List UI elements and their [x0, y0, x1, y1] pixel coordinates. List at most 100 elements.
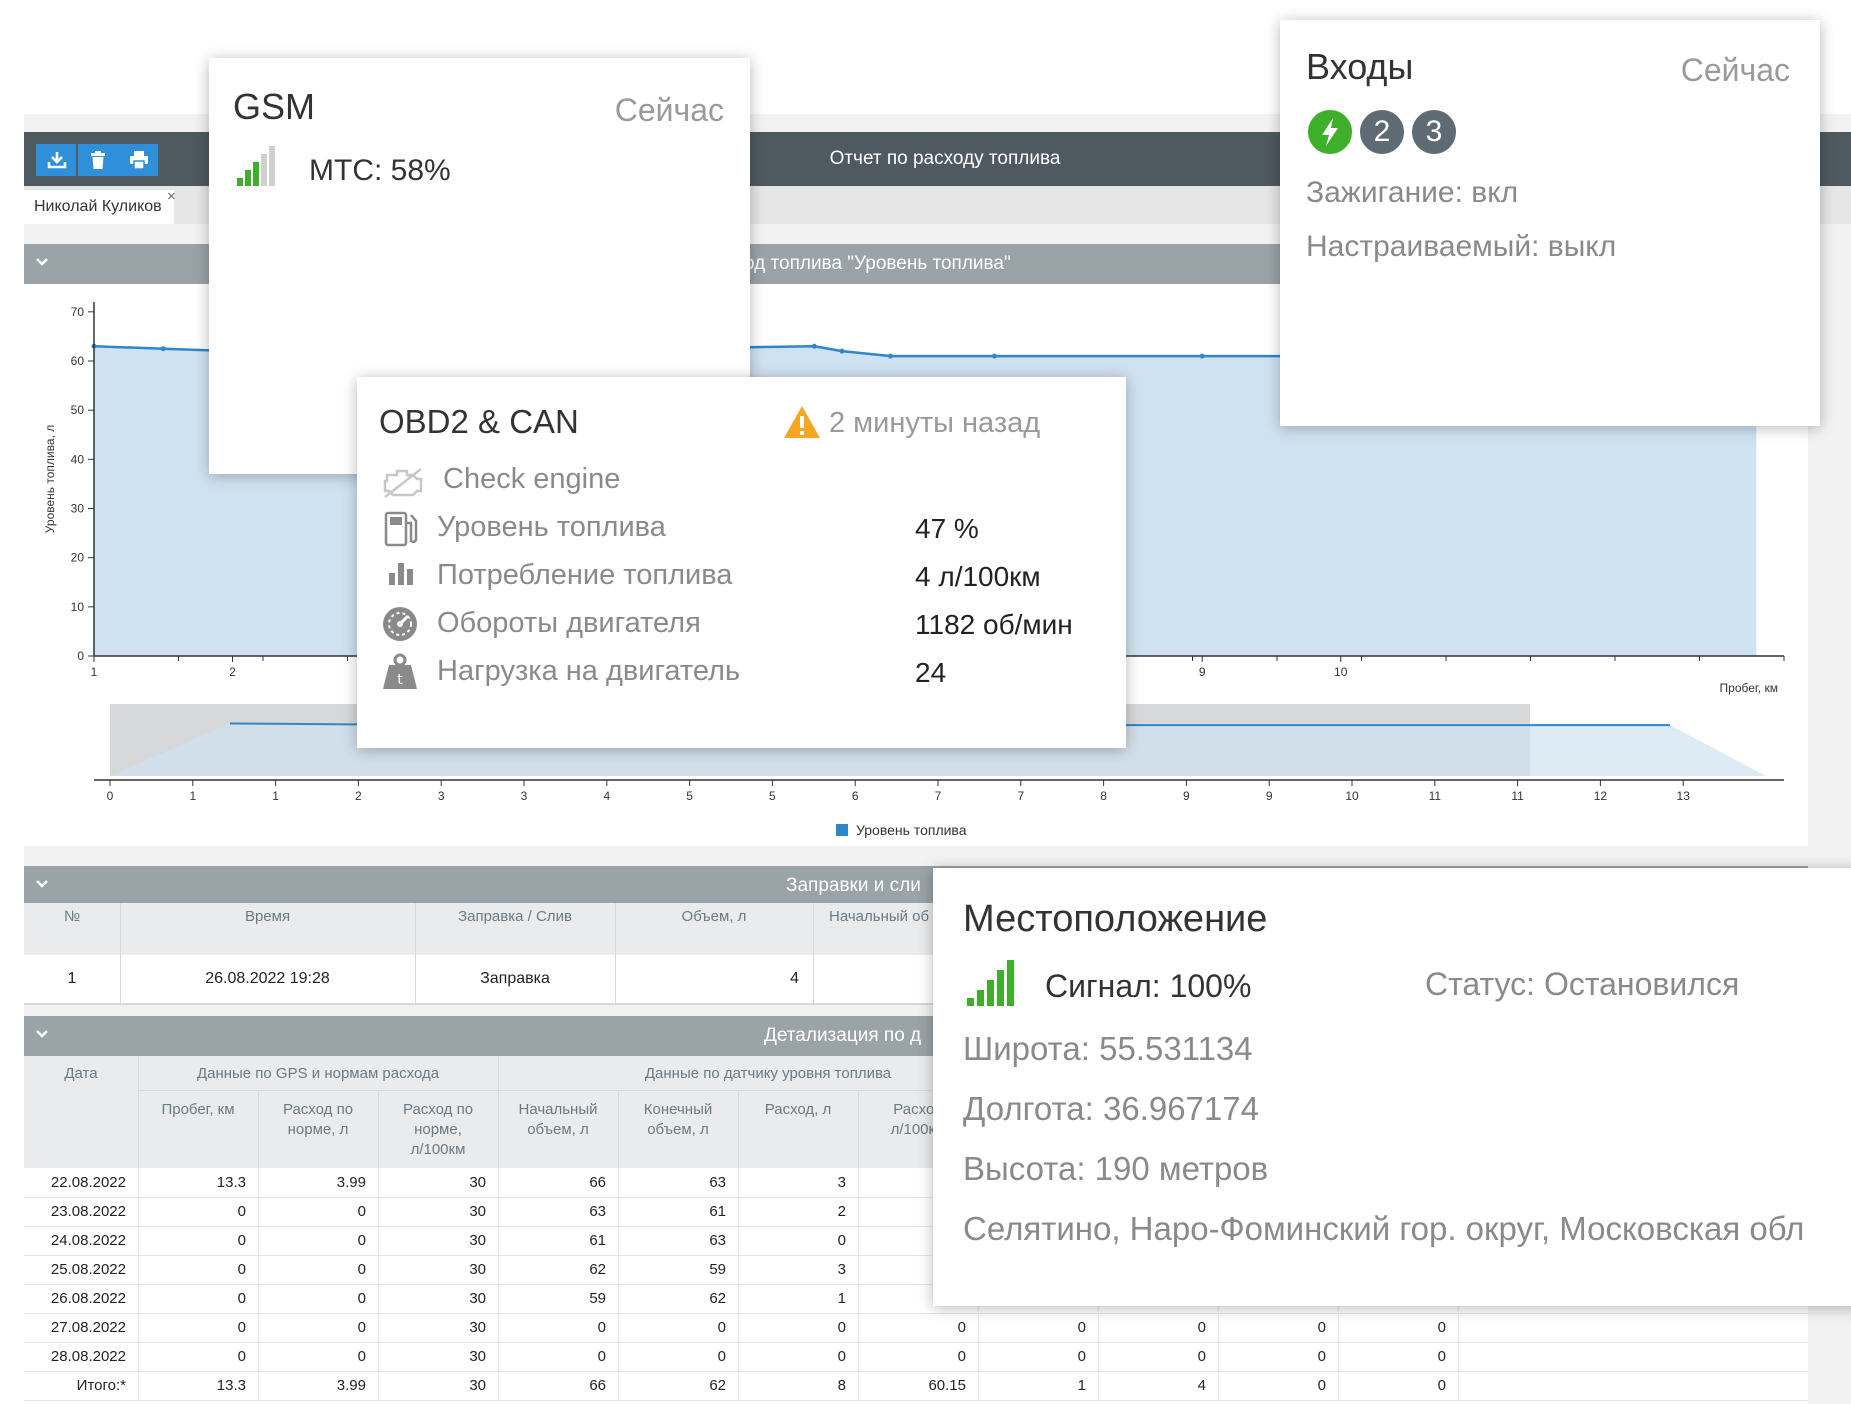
legend-label: Уровень топлива — [856, 822, 967, 838]
location-card[interactable]: Местоположение Сигнал: 100% Статус: Оста… — [933, 868, 1851, 1306]
tachometer-icon — [383, 607, 417, 641]
cell-number: 1 — [24, 955, 121, 1003]
table-cell: 61 — [498, 1226, 619, 1255]
card-title: GSM — [233, 86, 316, 127]
card-time: 2 минуты назад — [829, 407, 1041, 439]
chevron-down-icon[interactable] — [36, 256, 48, 268]
table-cell: 0 — [738, 1226, 859, 1255]
input-badge-3: 3 — [1412, 110, 1456, 154]
x-axis-label: Пробег, км — [1720, 681, 1778, 695]
table-cell: 0 — [1338, 1313, 1459, 1342]
print-icon — [130, 151, 148, 169]
navigator-tick-label: 9 — [1266, 789, 1273, 803]
table-cell: 62 — [618, 1371, 739, 1400]
signal-strength-icon — [967, 960, 1014, 1006]
card-time: Сейчас — [614, 92, 724, 128]
data-point — [160, 346, 166, 352]
table-row[interactable]: 28.08.2022 0 0 30 0 0 0 0 0 0 0 0 — [24, 1342, 1808, 1372]
navigator-tick-label: 4 — [603, 789, 610, 803]
trash-icon — [91, 151, 105, 169]
navigator-tick-label: 6 — [852, 789, 859, 803]
col-header: Пробег, км — [161, 1101, 235, 1118]
cell-time: 26.08.2022 19:28 — [120, 955, 416, 1003]
navigator-tick-label: 5 — [769, 789, 776, 803]
card-title: Входы — [1306, 46, 1414, 87]
location-address: Селятино, Наро-Фоминский гор. округ, Мос… — [963, 1210, 1805, 1247]
col-header: Расход, л — [764, 1101, 832, 1118]
table-cell: 63 — [498, 1197, 619, 1226]
table-cell: 30 — [378, 1342, 499, 1371]
table-cell: 0 — [258, 1313, 379, 1342]
col-group-gps: Данные по GPS и нормам расхода — [196, 1065, 440, 1082]
location-signal: Сигнал: 100% — [1045, 968, 1252, 1004]
card-title: Местоположение — [963, 898, 1268, 940]
report-title: Отчет по расходу топлива — [829, 148, 1061, 169]
chevron-down-icon[interactable] — [36, 1028, 48, 1040]
navigator-tick-label: 3 — [438, 789, 445, 803]
table-cell: 1 — [978, 1371, 1099, 1400]
col-header: Объем, л — [615, 903, 814, 955]
table-row[interactable]: 27.08.2022 0 0 30 0 0 0 0 0 0 0 0 — [24, 1313, 1808, 1343]
y-tick-label: 0 — [77, 649, 84, 663]
param-label: Нагрузка на двигатель — [437, 655, 741, 687]
download-button[interactable] — [36, 144, 76, 176]
table-cell: 30 — [378, 1197, 499, 1226]
col-header-date: Дата — [64, 1065, 98, 1082]
delete-button[interactable] — [78, 144, 118, 176]
inputs-card[interactable]: Входы Сейчас 2 3 Зажигание: вкл Настраив… — [1280, 20, 1820, 426]
table-cell: 0 — [1218, 1313, 1339, 1342]
print-button[interactable] — [118, 144, 158, 176]
table-cell: 0 — [498, 1342, 619, 1371]
cell-type: Заправка — [415, 955, 616, 1003]
table-cell: 0 — [978, 1313, 1099, 1342]
x-tick-label: 9 — [1199, 665, 1206, 679]
cell-date: 25.08.2022 — [24, 1255, 139, 1284]
table-cell: 0 — [138, 1226, 259, 1255]
cell-date: 28.08.2022 — [24, 1342, 139, 1371]
table-cell: 0 — [258, 1226, 379, 1255]
table-cell: 0 — [138, 1313, 259, 1342]
table-cell: 0 — [1338, 1371, 1459, 1400]
navigator-tick-label: 7 — [935, 789, 942, 803]
table-cell: 59 — [618, 1255, 739, 1284]
col-header: Конечный объем, л — [643, 1101, 713, 1138]
table-row[interactable]: Итого:* 13.3 3.99 30 66 62 8 60.15 1 4 0 0 — [24, 1371, 1808, 1401]
location-status: Статус: Остановился — [1425, 966, 1740, 1002]
chevron-down-icon[interactable] — [36, 878, 48, 890]
ignition-input-badge — [1308, 110, 1352, 154]
data-point — [1199, 353, 1205, 359]
col-header: Начальный объем, л — [518, 1101, 598, 1138]
lightning-icon — [1322, 118, 1338, 146]
table-cell: 30 — [378, 1255, 499, 1284]
navigator-tick-label: 0 — [107, 789, 114, 803]
navigator-tick-label: 9 — [1183, 789, 1190, 803]
data-point — [888, 353, 894, 359]
table-cell: 63 — [618, 1226, 739, 1255]
table-cell: 0 — [138, 1197, 259, 1226]
table-cell: 30 — [378, 1284, 499, 1313]
navigator-tick-label: 2 — [355, 789, 362, 803]
tab-close-button[interactable]: × — [167, 188, 176, 205]
fuel-pump-icon — [384, 511, 418, 547]
obd-card[interactable]: OBD2 & CAN 2 минуты назад Check engine У… — [357, 377, 1126, 748]
table-cell: 66 — [498, 1168, 619, 1197]
signal-strength-icon — [237, 146, 275, 186]
param-value: 1182 об/мин — [915, 609, 1073, 640]
table-cell: 13.3 — [138, 1168, 259, 1197]
location-altitude: Высота: 190 метров — [963, 1150, 1269, 1187]
table-cell: 4 — [1098, 1371, 1219, 1400]
input-badge-2: 2 — [1360, 110, 1404, 154]
table-cell: 0 — [258, 1255, 379, 1284]
chart-section-title: од топлива "Уровень топлива" — [744, 253, 1011, 274]
table-cell: 66 — [498, 1371, 619, 1400]
table-cell: 0 — [1218, 1371, 1339, 1400]
tab-user[interactable]: Николай Куликов — [24, 190, 174, 224]
y-tick-label: 70 — [71, 305, 85, 319]
table-cell: 3.99 — [258, 1168, 379, 1197]
cell-volume: 4 — [615, 955, 814, 1003]
navigator-tick-label: 1 — [272, 789, 279, 803]
col-header: Время — [120, 903, 416, 955]
table-cell: 3.99 — [258, 1371, 379, 1400]
navigator-tick-label: 13 — [1677, 789, 1691, 803]
table-cell: 30 — [378, 1313, 499, 1342]
